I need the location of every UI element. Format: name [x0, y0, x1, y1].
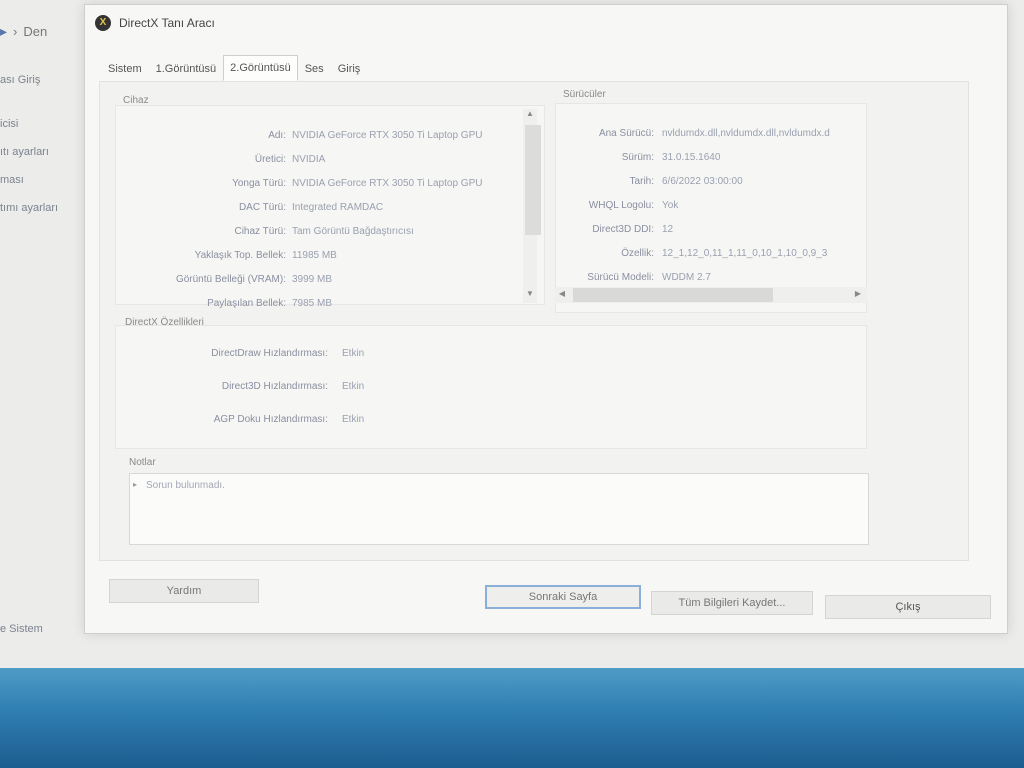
- device-row: Adı: NVIDIA GeForce RTX 3050 Ti Laptop G…: [116, 130, 546, 146]
- notes-box[interactable]: ▸ Sorun bulunmadı.: [129, 473, 869, 545]
- device-row: Yaklaşık Top. Bellek: 11985 MB: [116, 250, 546, 266]
- background-sidebar: ası Giriş icisi ıtı ayarları ması tımı a…: [0, 60, 90, 660]
- folder-icon: ▸: [0, 22, 8, 39]
- main-driver-label: Ana Sürücü:: [598, 128, 654, 139]
- notes-label: Notlar: [129, 457, 156, 468]
- dialog-titlebar[interactable]: X DirectX Tanı Aracı: [85, 5, 1007, 41]
- sidebar-item[interactable]: ası Giriş: [0, 74, 40, 86]
- driver-model-label: Sürücü Modeli:: [587, 272, 654, 283]
- agp-value: Etkin: [342, 414, 365, 425]
- drivers-group: Ana Sürücü: nvldumdx.dll,nvldumdx.dll,nv…: [555, 103, 867, 313]
- desktop-background: [0, 668, 1024, 768]
- driver-row: Tarih: 6/6/2022 03:00:00: [556, 176, 868, 192]
- tab-sound[interactable]: Ses: [298, 57, 331, 81]
- sidebar-item[interactable]: e Sistem: [0, 623, 43, 635]
- device-row: Görüntü Belleği (VRAM): 3999 MB: [116, 274, 546, 290]
- device-scrollbar[interactable]: ▲ ▼: [523, 109, 541, 303]
- chevron-right-icon: ›: [13, 23, 18, 39]
- breadcrumb-item[interactable]: Den: [23, 24, 47, 39]
- directx-diagnostic-dialog: X DirectX Tanı Aracı Sistem 1.Görüntüsü …: [84, 4, 1008, 634]
- whql-value: Yok: [662, 200, 679, 211]
- tab-display-2[interactable]: 2.Görüntüsü: [223, 55, 298, 81]
- direct3d-value: Etkin: [342, 381, 365, 392]
- device-row: Üretici: NVIDIA: [116, 154, 546, 170]
- feature-levels-label: Özellik:: [621, 248, 654, 259]
- next-page-button[interactable]: Sonraki Sayfa: [485, 585, 641, 609]
- help-button[interactable]: Yardım: [109, 579, 259, 603]
- directdraw-label: DirectDraw Hızlandırması:: [211, 348, 328, 359]
- directx-features-group: DirectDraw Hızlandırması: Etkin Direct3D…: [115, 325, 867, 449]
- direct3d-label: Direct3D Hızlandırması:: [221, 381, 328, 392]
- scrollbar-thumb[interactable]: [573, 288, 773, 302]
- sidebar-item[interactable]: ması: [0, 174, 24, 186]
- direct3d-ddi-value: 12: [662, 224, 674, 235]
- device-dac-value: Integrated RAMDAC: [292, 202, 384, 213]
- driver-row: Sürüm: 31.0.15.1640: [556, 152, 868, 168]
- driver-row: Özellik: 12_1,12_0,11_1,11_0,10_1,10_0,9…: [556, 248, 868, 264]
- driver-model-value: WDDM 2.7: [662, 272, 711, 283]
- sidebar-item[interactable]: icisi: [0, 118, 18, 130]
- tab-display-1[interactable]: 1.Görüntüsü: [149, 57, 224, 81]
- driver-row: Direct3D DDI: 12: [556, 224, 868, 240]
- agp-label: AGP Doku Hızlandırması:: [213, 414, 328, 425]
- driver-version-value: 31.0.15.1640: [662, 152, 721, 163]
- whql-label: WHQL Logolu:: [588, 200, 654, 211]
- directx-logo-icon: X: [95, 15, 111, 31]
- dialog-title: DirectX Tanı Aracı: [119, 16, 215, 30]
- device-row: Paylaşılan Bellek: 7985 MB: [116, 298, 546, 314]
- scroll-up-icon[interactable]: ▲: [523, 109, 537, 118]
- direct3d-ddi-label: Direct3D DDI:: [592, 224, 654, 235]
- feature-levels-value: 12_1,12_0,11_1,11_0,10_1,10_0,9_3: [662, 248, 828, 259]
- device-manufacturer-label: Üretici:: [254, 154, 286, 165]
- device-total-memory-label: Yaklaşık Top. Bellek:: [194, 250, 286, 261]
- driver-row: WHQL Logolu: Yok: [556, 200, 868, 216]
- scroll-down-icon[interactable]: ▼: [523, 289, 537, 298]
- device-row: DAC Türü: Integrated RAMDAC: [116, 202, 546, 218]
- sidebar-item[interactable]: ıtı ayarları: [0, 146, 49, 158]
- driver-date-label: Tarih:: [629, 176, 654, 187]
- device-manufacturer-value: NVIDIA: [292, 154, 326, 165]
- device-type-label: Cihaz Türü:: [234, 226, 286, 237]
- driver-date-value: 6/6/2022 03:00:00: [662, 176, 743, 187]
- scrollbar-thumb[interactable]: [525, 125, 541, 235]
- breadcrumb: ▸ › Den: [0, 20, 47, 42]
- device-vram-value: 3999 MB: [292, 274, 333, 285]
- device-group: Adı: NVIDIA GeForce RTX 3050 Ti Laptop G…: [115, 105, 546, 309]
- main-driver-value: nvldumdx.dll,nvldumdx.dll,nvldumdx.d: [662, 128, 830, 139]
- feature-row: DirectDraw Hızlandırması: Etkin: [116, 348, 868, 364]
- tab-system[interactable]: Sistem: [101, 57, 149, 81]
- device-dac-label: DAC Türü:: [238, 202, 286, 213]
- exit-button[interactable]: Çıkış: [825, 595, 991, 619]
- drivers-scrollbar[interactable]: ◀ ▶: [555, 287, 867, 303]
- device-type-value: Tam Görüntü Bağdaştırıcısı: [292, 226, 414, 237]
- driver-row: Ana Sürücü: nvldumdx.dll,nvldumdx.dll,nv…: [556, 128, 868, 144]
- device-total-memory-value: 11985 MB: [292, 250, 337, 261]
- device-name-value: NVIDIA GeForce RTX 3050 Ti Laptop GPU: [292, 130, 483, 141]
- save-all-button[interactable]: Tüm Bilgileri Kaydet...: [651, 591, 813, 615]
- device-shared-memory-label: Paylaşılan Bellek:: [207, 298, 286, 309]
- device-chip-label: Yonga Türü:: [232, 178, 286, 189]
- device-shared-memory-value: 7985 MB: [292, 298, 333, 309]
- bullet-icon: ▸: [133, 480, 138, 489]
- device-row: Cihaz Türü: Tam Görüntü Bağdaştırıcısı: [116, 226, 546, 242]
- sidebar-item[interactable]: tımı ayarları: [0, 202, 58, 214]
- scroll-right-icon[interactable]: ▶: [851, 289, 865, 298]
- driver-version-label: Sürüm:: [621, 152, 654, 163]
- directdraw-value: Etkin: [342, 348, 365, 359]
- tab-input[interactable]: Giriş: [331, 57, 368, 81]
- feature-row: AGP Doku Hızlandırması: Etkin: [116, 414, 868, 430]
- driver-row: Sürücü Modeli: WDDM 2.7: [556, 272, 868, 288]
- notes-item: Sorun bulunmadı.: [146, 480, 225, 491]
- device-vram-label: Görüntü Belleği (VRAM):: [175, 274, 286, 285]
- scroll-left-icon[interactable]: ◀: [555, 289, 569, 298]
- device-row: Yonga Türü: NVIDIA GeForce RTX 3050 Ti L…: [116, 178, 546, 194]
- feature-row: Direct3D Hızlandırması: Etkin: [116, 381, 868, 397]
- device-chip-value: NVIDIA GeForce RTX 3050 Ti Laptop GPU: [292, 178, 483, 189]
- drivers-group-label: Sürücüler: [563, 89, 606, 100]
- tab-bar: Sistem 1.Görüntüsü 2.Görüntüsü Ses Giriş: [101, 55, 368, 81]
- device-name-label: Adı:: [268, 130, 286, 141]
